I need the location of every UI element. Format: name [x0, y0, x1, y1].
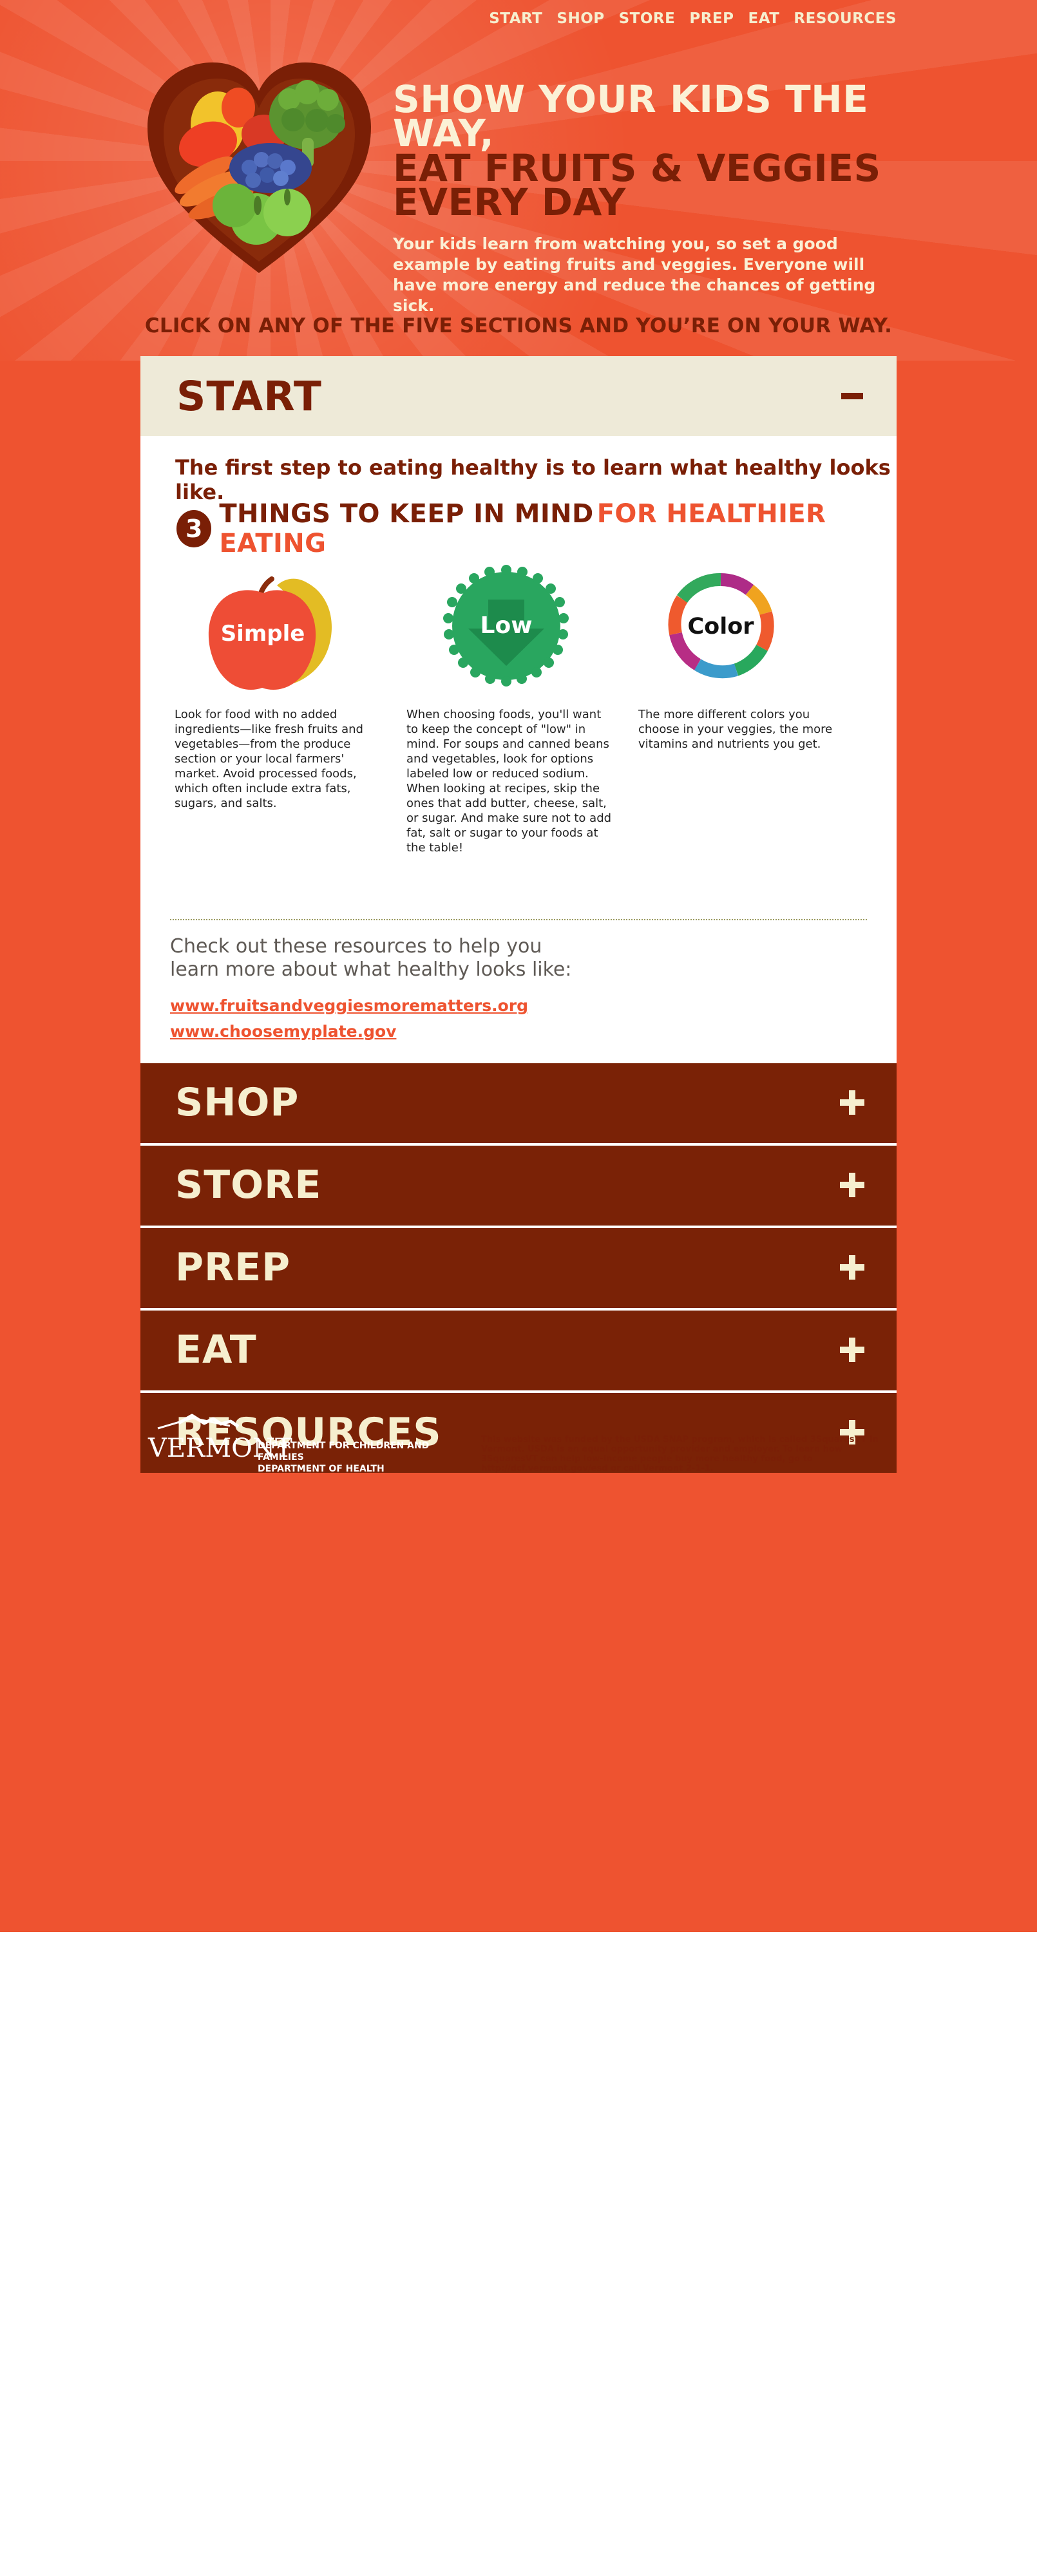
hero-body: Your kids learn from watching you, so se… — [393, 234, 876, 316]
fruit-heart-illustration — [147, 62, 371, 273]
section-cta: CLICK ON ANY OF THE FIVE SECTIONS AND YO… — [144, 314, 893, 337]
accordion-item-prep[interactable]: PREP — [140, 1226, 897, 1308]
nav-item-resources[interactable]: RESOURCES — [794, 10, 897, 27]
minus-icon[interactable] — [841, 393, 863, 399]
accordion-item-eat[interactable]: EAT — [140, 1308, 897, 1390]
start-lead-text: The first step to eating healthy is to l… — [175, 455, 891, 504]
nav-item-start[interactable]: START — [489, 10, 542, 27]
tips-heading: 3 THINGS TO KEEP IN MIND FOR HEALTHIER E… — [176, 499, 897, 558]
accordion-start-panel: The first step to eating healthy is to l… — [140, 436, 897, 1061]
accordion-label-eat: EAT — [175, 1327, 257, 1372]
tips-number-badge: 3 — [176, 510, 212, 547]
tip-card-color: Color The more different colors you choo… — [638, 562, 864, 752]
page-background: START SHOP STORE PREP EAT RESOURCES SHOW… — [0, 0, 1037, 1932]
tip-text-color: The more different colors you choose in … — [638, 708, 833, 751]
plus-icon[interactable] — [840, 1338, 864, 1362]
footer-dept-line-2: DEPARTMENT OF HEALTH — [258, 1464, 385, 1474]
plus-icon[interactable] — [840, 1090, 864, 1115]
nav-item-shop[interactable]: SHOP — [557, 10, 604, 27]
resource-intro: Check out these resources to help you le… — [170, 935, 572, 981]
plus-icon[interactable] — [840, 1173, 864, 1197]
accordion-item-store[interactable]: STORE — [140, 1143, 897, 1226]
hero-copy: SHOW YOUR KIDS THE WAY, EAT FRUITS & VEG… — [393, 77, 895, 316]
simple-icon-label: Simple — [221, 621, 305, 647]
tip-text-low: When choosing foods, you'll want to keep… — [406, 708, 612, 855]
accordion-start-header[interactable]: START — [140, 356, 897, 436]
hero-title-line-1: SHOW YOUR KIDS THE WAY, — [393, 77, 869, 156]
tips-heading-text: THINGS TO KEEP IN MIND FOR HEALTHIER EAT… — [219, 499, 897, 558]
resource-link-fruits-veggies[interactable]: www.fruitsandveggiesmorematters.org — [170, 996, 528, 1015]
tip-text-simple: Look for food with no added ingredients—… — [175, 708, 363, 810]
tips-main-text: THINGS TO KEEP IN MIND — [219, 499, 594, 529]
hero-title-line-3: EVERY DAY — [393, 180, 626, 225]
section-divider — [170, 919, 867, 920]
accordion-start-title: START — [176, 373, 322, 420]
nutrition-accordion: START The first step to eating healthy i… — [140, 356, 897, 1473]
color-icon-label: Color — [687, 614, 754, 639]
apple-icon: Simple — [208, 576, 332, 690]
tip-card-simple: Simple Look for food with no added ingre… — [175, 562, 400, 811]
nav-item-prep[interactable]: PREP — [689, 10, 734, 27]
color-ring-icon: Color — [668, 573, 774, 679]
resource-link-choosemyplate[interactable]: www.choosemyplate.gov — [170, 1022, 396, 1041]
footer-department-text: DEPARTMENT FOR CHILDREN AND FAMILIES DEP… — [258, 1440, 464, 1475]
nav-item-store[interactable]: STORE — [619, 10, 676, 27]
plus-icon[interactable] — [840, 1255, 864, 1280]
tips-row: Simple Look for food with no added ingre… — [175, 562, 866, 855]
accordion-item-shop[interactable]: SHOP — [140, 1061, 897, 1143]
top-navigation: START SHOP STORE PREP EAT RESOURCES — [489, 10, 897, 27]
footer-dept-line-1: DEPARTMENT FOR CHILDREN AND FAMILIES — [258, 1441, 430, 1463]
down-arrow-badge-icon: Low — [443, 565, 569, 687]
hero-title: SHOW YOUR KIDS THE WAY, EAT FRUITS & VEG… — [393, 77, 895, 225]
accordion-label-prep: PREP — [175, 1245, 291, 1290]
accordion-label-shop: SHOP — [175, 1080, 300, 1125]
accordion-label-store: STORE — [175, 1162, 322, 1208]
nav-item-eat[interactable]: EAT — [748, 10, 779, 27]
low-icon-label: Low — [480, 612, 533, 639]
footer-note: This website was funded by the USDA SNAP… — [481, 1435, 879, 1473]
tip-card-low: Low When choosing foods, you'll want to … — [406, 562, 632, 855]
